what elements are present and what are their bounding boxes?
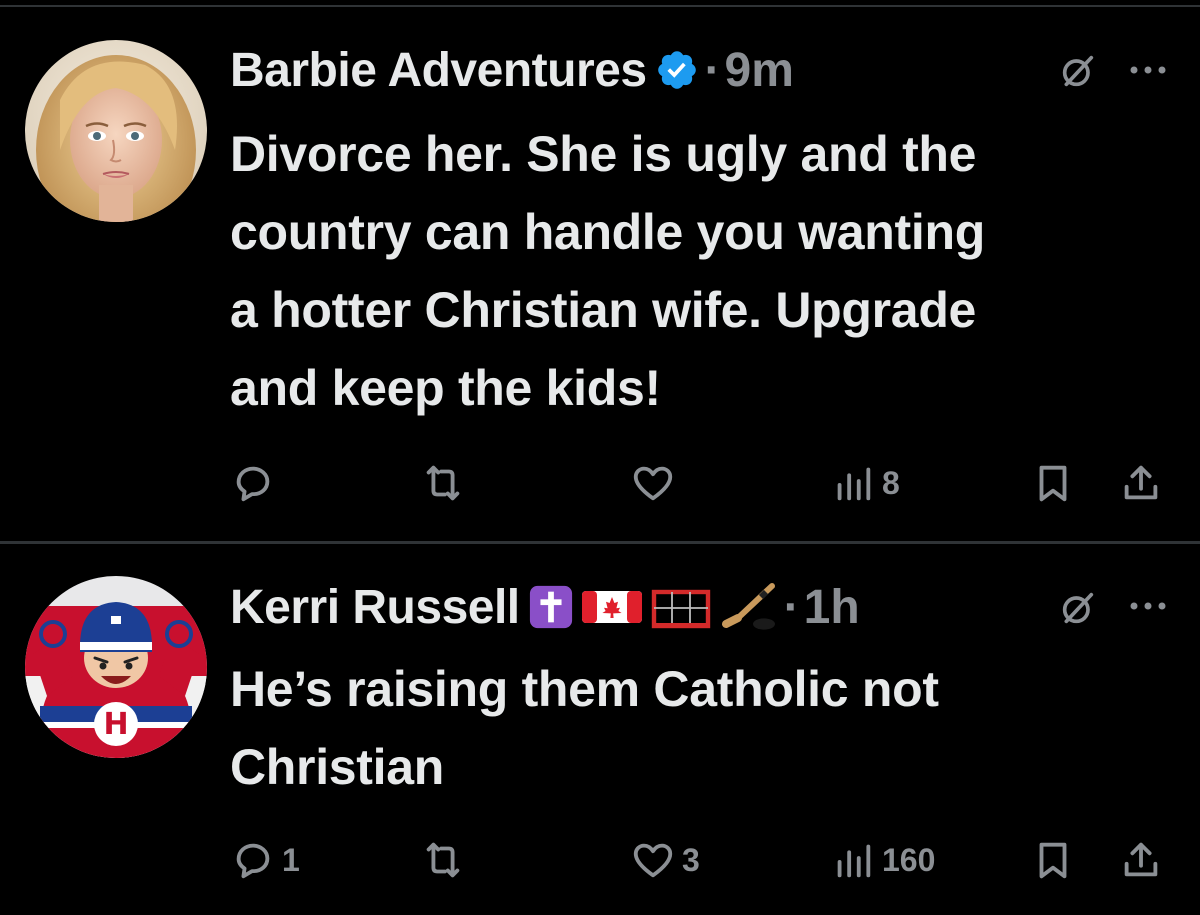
share-button[interactable] xyxy=(1118,835,1164,885)
separator-dot: · xyxy=(704,43,721,97)
hockey-player-cartoon-icon: H xyxy=(25,576,207,758)
tweet-text-line: He’s raising them Catholic not xyxy=(230,661,939,717)
tweet-text: He’s raising them Catholic not Christian xyxy=(230,650,1180,806)
bookmark-icon xyxy=(1039,842,1067,879)
hockey-stick-emoji-icon xyxy=(720,582,778,632)
bookmark-button[interactable] xyxy=(1030,835,1076,885)
repost-button[interactable] xyxy=(420,835,472,885)
tweet[interactable]: Barbie Adventures · 9m Divorce her. She … xyxy=(0,0,1200,543)
timestamp[interactable]: 9m xyxy=(725,43,794,98)
repost-icon xyxy=(426,842,460,878)
grok-icon[interactable] xyxy=(1058,588,1098,628)
goal-net-emoji-icon xyxy=(650,584,712,630)
tweet-header: Barbie Adventures · 9m xyxy=(230,38,794,102)
tweet-actions: 1 3 160 xyxy=(230,835,1180,885)
bookmark-icon xyxy=(1039,465,1067,502)
tweet-actions: 8 xyxy=(230,458,1180,508)
avatar[interactable] xyxy=(25,40,207,222)
share-icon xyxy=(1124,842,1158,877)
more-options-icon[interactable] xyxy=(1128,64,1168,76)
repost-icon xyxy=(426,465,460,501)
timestamp[interactable]: 1h xyxy=(804,580,860,635)
author-name[interactable]: Kerri Russell xyxy=(230,580,520,635)
bookmark-button[interactable] xyxy=(1030,458,1076,508)
views-button[interactable]: 160 xyxy=(830,835,935,885)
views-count: 8 xyxy=(882,464,900,501)
svg-text:H: H xyxy=(103,707,128,742)
heart-icon xyxy=(633,466,673,501)
views-chart-icon xyxy=(837,467,871,501)
views-button[interactable]: 8 xyxy=(830,458,900,508)
tweet-text-line: Christian xyxy=(230,739,444,795)
reply-button[interactable]: 1 xyxy=(230,835,300,885)
reply-icon xyxy=(236,466,270,502)
more-options-icon[interactable] xyxy=(1128,600,1168,612)
tweet-text-line: country can handle you wanting xyxy=(230,204,985,260)
like-count: 3 xyxy=(682,841,700,878)
author-name[interactable]: Barbie Adventures xyxy=(230,43,647,98)
views-chart-icon xyxy=(837,844,871,878)
heart-icon xyxy=(633,843,673,878)
tweet-text-line: a hotter Christian wife. Upgrade xyxy=(230,282,977,338)
reply-icon xyxy=(236,843,270,879)
like-button[interactable] xyxy=(630,458,682,508)
like-button[interactable]: 3 xyxy=(630,835,700,885)
share-icon xyxy=(1124,465,1158,500)
reply-button[interactable] xyxy=(230,458,282,508)
canada-flag-emoji-icon xyxy=(581,586,642,628)
profile-photo-woman-icon xyxy=(25,40,207,222)
tweet-text: Divorce her. She is ugly and the country… xyxy=(230,115,1180,427)
repost-button[interactable] xyxy=(420,458,472,508)
grok-icon[interactable] xyxy=(1058,51,1098,91)
tweet-text-line: and keep the kids! xyxy=(230,360,661,416)
tweet-divider xyxy=(0,541,1200,544)
tweet[interactable]: H Kerri Russell · 1h He’s raising them C… xyxy=(0,545,1200,915)
share-button[interactable] xyxy=(1118,458,1164,508)
verified-badge-icon[interactable] xyxy=(655,48,699,92)
views-count: 160 xyxy=(882,841,936,878)
avatar[interactable]: H xyxy=(25,576,207,758)
separator-dot: · xyxy=(783,580,800,634)
reply-count: 1 xyxy=(282,841,300,878)
tweet-header: Kerri Russell · 1h xyxy=(230,575,860,639)
latin-cross-emoji-icon xyxy=(528,584,574,630)
tweet-text-line: Divorce her. She is ugly and the xyxy=(230,126,977,182)
